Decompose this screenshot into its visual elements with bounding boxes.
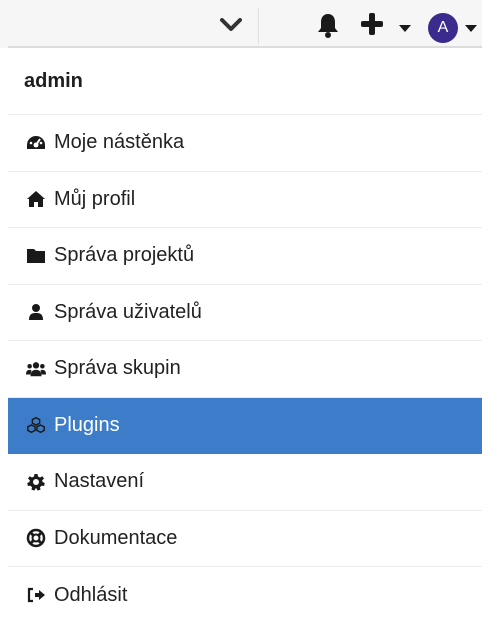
- top-navbar: A: [0, 0, 482, 48]
- menu-item-plugins[interactable]: Plugins: [8, 397, 482, 454]
- menu-item-groups[interactable]: Správa skupin: [8, 341, 482, 398]
- folder-icon: [26, 246, 46, 266]
- chevron-down-icon[interactable]: [218, 14, 244, 36]
- menu-item-settings[interactable]: Nastavení: [8, 454, 482, 511]
- menu-item-profile[interactable]: Můj profil: [8, 172, 482, 228]
- sign-out-icon: [26, 585, 46, 605]
- menu-item-label: Můj profil: [54, 187, 136, 210]
- menu-item-label: Odhlásit: [54, 583, 128, 606]
- menu-item-label: Nastavení: [54, 470, 145, 493]
- menu-item-projects[interactable]: Správa projektů: [8, 228, 482, 285]
- user-icon: [26, 302, 46, 322]
- menu-item-label: Plugins: [54, 413, 120, 436]
- menu-item-users[interactable]: Správa uživatelů: [8, 285, 482, 341]
- navbar-divider: [258, 8, 259, 44]
- avatar-initial: A: [437, 19, 449, 36]
- users-icon: [26, 359, 46, 379]
- menu-item-documentation[interactable]: Dokumentace: [8, 511, 482, 567]
- menu-item-label: Správa projektů: [54, 244, 195, 267]
- menu-item-label: Správa skupin: [54, 357, 181, 380]
- bell-icon[interactable]: [316, 12, 340, 38]
- menu-item-label: Dokumentace: [54, 526, 178, 549]
- menu-header-username: admin: [8, 48, 482, 115]
- home-icon: [26, 189, 46, 209]
- caret-down-icon[interactable]: [464, 20, 478, 32]
- menu-item-label: Moje nástěnka: [54, 131, 185, 154]
- user-dropdown-menu: admin Moje nástěnka Můj profil Správa pr…: [8, 48, 482, 624]
- avatar[interactable]: A: [428, 13, 458, 43]
- caret-down-icon[interactable]: [398, 20, 412, 32]
- plus-icon[interactable]: [360, 12, 384, 36]
- life-ring-icon: [26, 528, 46, 548]
- menu-item-label: Správa uživatelů: [54, 300, 202, 323]
- dashboard-icon: [26, 133, 46, 153]
- menu-item-logout[interactable]: Odhlásit: [8, 567, 482, 624]
- menu-item-dashboard[interactable]: Moje nástěnka: [8, 115, 482, 172]
- cog-icon: [26, 472, 46, 492]
- cubes-icon: [26, 415, 46, 435]
